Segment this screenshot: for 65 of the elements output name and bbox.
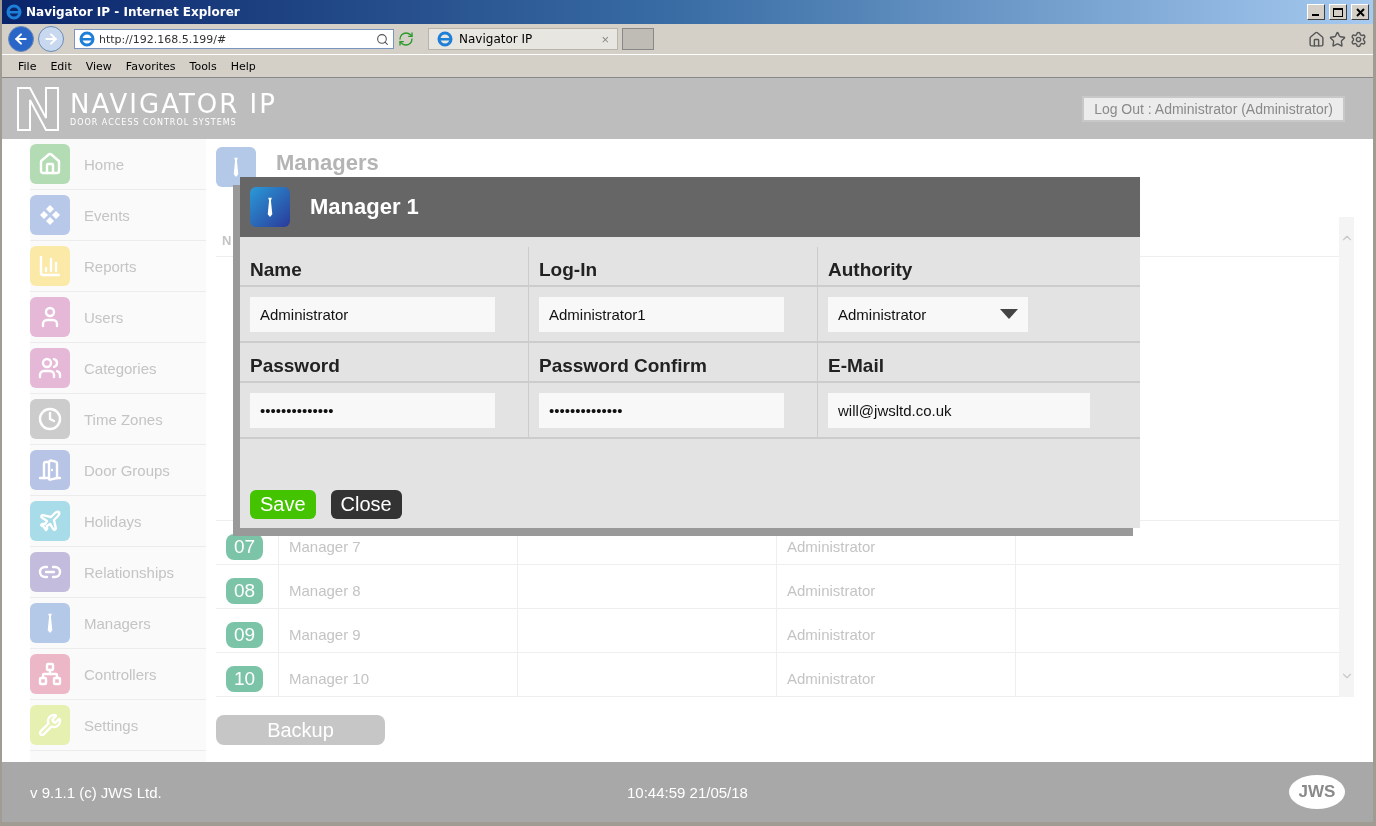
tie-icon: [250, 187, 290, 227]
field-label: Password Confirm: [529, 343, 817, 383]
menu-item[interactable]: Favorites: [119, 57, 182, 75]
password-field[interactable]: ••••••••••••••: [539, 392, 784, 428]
star-icon[interactable]: [1329, 30, 1346, 48]
logo-name: NAVIGATOR IP: [70, 90, 277, 118]
menu-item[interactable]: Help: [224, 57, 262, 75]
menu-item[interactable]: Tools: [183, 57, 223, 75]
password-field[interactable]: ••••••••••••••: [250, 392, 495, 428]
table-cell: Administrator: [787, 538, 876, 556]
row-number: 09: [226, 621, 264, 648]
authority-dropdown[interactable]: Administrator: [828, 296, 1028, 332]
tab-icon: [437, 31, 453, 47]
field-label: Authority: [818, 247, 1140, 287]
email-field[interactable]: will@jwsltd.co.uk: [828, 392, 1090, 428]
row-number: 10: [226, 665, 264, 692]
forward-arrow-icon: [43, 31, 59, 47]
company-logo: JWS: [1289, 775, 1345, 809]
backup-button[interactable]: Backup: [216, 715, 385, 745]
table-cell: Manager 9: [289, 626, 361, 644]
maximize-button[interactable]: [1329, 4, 1347, 20]
browser-icon: [6, 4, 22, 20]
table-cell: Administrator: [787, 582, 876, 600]
row-number: 07: [226, 533, 264, 560]
menu-item[interactable]: View: [79, 57, 118, 75]
settings-icon[interactable]: [1350, 30, 1367, 48]
browser-tab[interactable]: Navigator IP ×: [428, 28, 618, 50]
table-cell: Manager 7: [289, 538, 361, 556]
field-label: Log-In: [529, 247, 817, 287]
version-text: v 9.1.1 (c) JWS Ltd.: [30, 783, 162, 801]
field-label: Password: [240, 343, 528, 383]
table-cell: Administrator: [787, 670, 876, 688]
home-icon[interactable]: [1308, 30, 1325, 48]
minimize-button[interactable]: [1307, 4, 1325, 20]
maximize-icon: [1333, 7, 1343, 17]
window-title: Navigator IP - Internet Explorer: [26, 5, 241, 19]
caret-icon: [1000, 309, 1018, 319]
input-field[interactable]: Administrator1: [539, 296, 784, 332]
logo-icon: [16, 85, 60, 132]
field-label: Name: [240, 247, 528, 287]
back-button[interactable]: [8, 26, 34, 52]
search-icon[interactable]: [376, 32, 389, 46]
column-header: N: [222, 232, 232, 248]
page-title: Managers: [276, 153, 379, 173]
logo-tagline: DOOR ACCESS CONTROL SYSTEMS: [70, 118, 238, 127]
tie-icon: [216, 147, 256, 187]
date-time: 10:44:59 21/05/18: [627, 783, 748, 801]
close-button[interactable]: [1351, 4, 1369, 20]
forward-button[interactable]: [38, 26, 64, 52]
close-button[interactable]: Close: [330, 490, 402, 519]
logout-button[interactable]: Log Out : Administrator (Administrator): [1082, 95, 1345, 122]
field-label: E-Mail: [818, 343, 1140, 383]
menu-item[interactable]: Edit: [44, 57, 78, 75]
save-button[interactable]: Save: [250, 490, 316, 519]
page-icon: [79, 31, 95, 47]
close-icon: [1355, 7, 1365, 17]
tab-close-button[interactable]: ×: [601, 31, 609, 47]
dialog-title: Manager 1: [310, 194, 419, 220]
row-number: 08: [226, 577, 264, 604]
address-bar[interactable]: http://192.168.5.199/#: [74, 29, 394, 49]
input-field[interactable]: Administrator: [250, 296, 495, 332]
menu-item[interactable]: File: [12, 57, 43, 75]
table-cell: Manager 8: [289, 582, 361, 600]
table-cell: Manager 10: [289, 670, 370, 688]
table-cell: Administrator: [787, 626, 876, 644]
